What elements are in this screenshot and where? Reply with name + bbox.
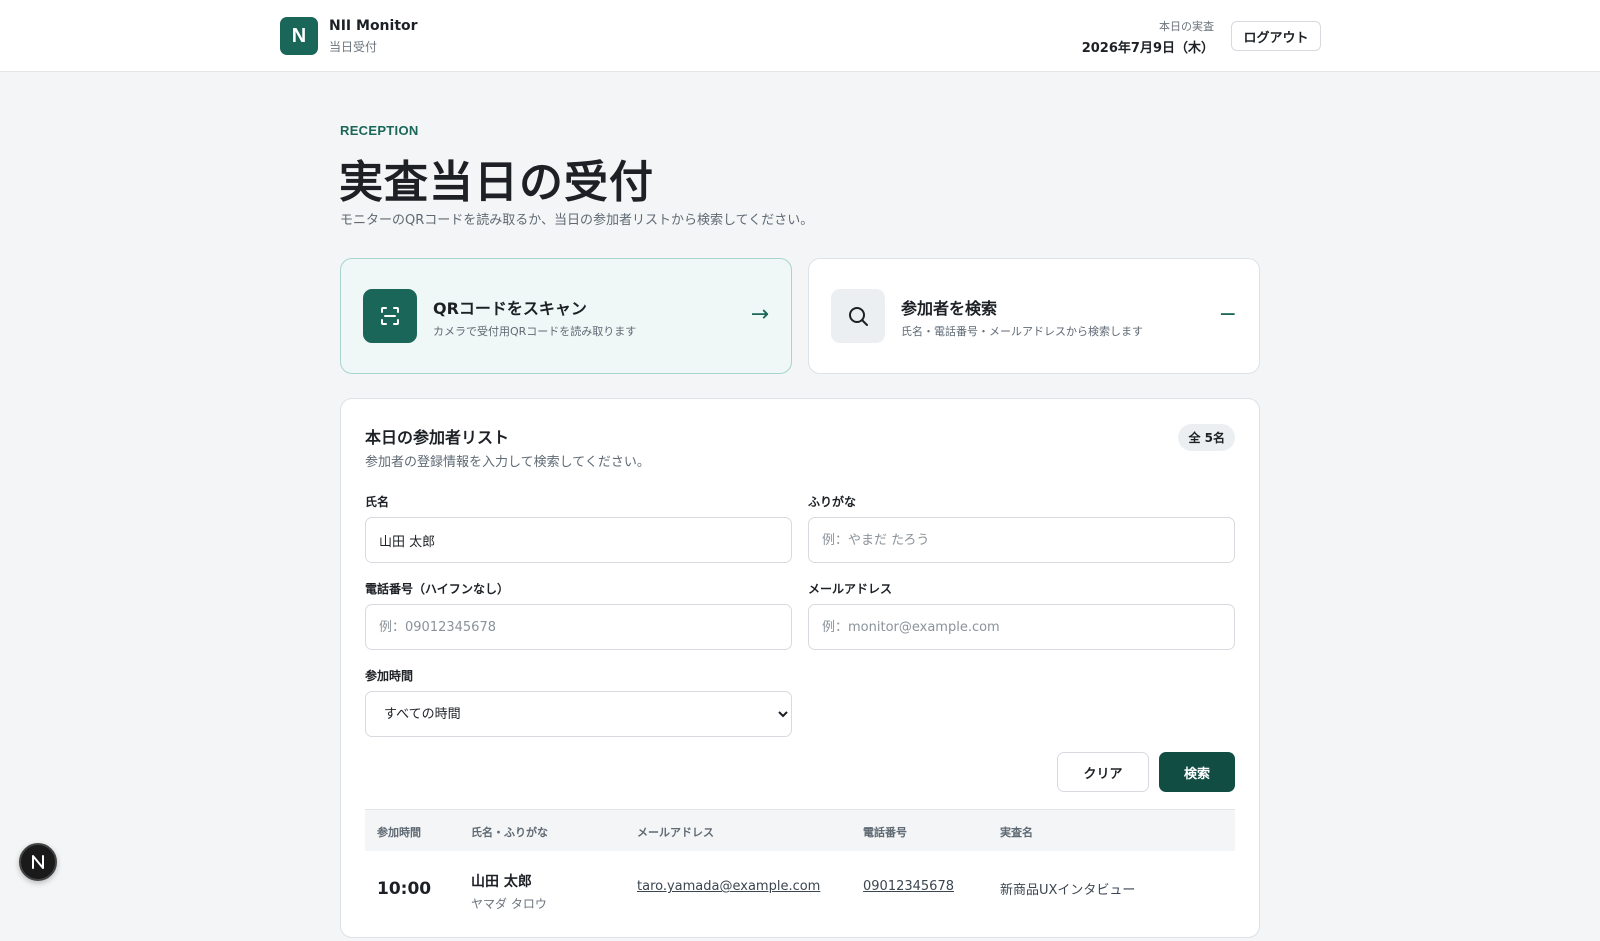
table-header: 参加時間 氏名・ふりがな メールアドレス 電話番号 実査名 (365, 809, 1235, 851)
phone-input[interactable] (365, 604, 792, 650)
email-input[interactable] (808, 604, 1235, 650)
clear-button[interactable]: クリア (1057, 752, 1149, 792)
time-select[interactable]: すべての時間 (365, 691, 792, 737)
qr-scan-subtitle: カメラで受付用QRコードを読み取ります (433, 325, 637, 338)
row-name: 山田 太郎 (471, 874, 532, 890)
email-label: メールアドレス (808, 582, 893, 596)
kana-input[interactable] (808, 517, 1235, 563)
panel-title: 本日の参加者リスト (365, 428, 510, 447)
participant-search-title: 参加者を検索 (901, 299, 998, 318)
column-header: 氏名・ふりがな (471, 826, 548, 839)
dev-tools-n-icon[interactable] (19, 843, 57, 881)
arrow-right-icon: → (750, 302, 769, 327)
name-input[interactable] (365, 517, 792, 563)
row-email-link[interactable]: taro.yamada@example.com (637, 879, 820, 894)
row-phone-link[interactable]: 09012345678 (863, 879, 954, 894)
participant-search-card[interactable]: 参加者を検索 氏名・電話番号・メールアドレスから検索します − (808, 258, 1260, 374)
column-header: 実査名 (1000, 826, 1033, 839)
top-header: N NII Monitor 当日受付 本日の実査 2026年7月9日（木） ログ… (0, 0, 1600, 72)
phone-label: 電話番号（ハイフンなし） (365, 582, 510, 596)
today-date: 2026年7月9日（木） (1081, 41, 1214, 56)
logout-button[interactable]: ログアウト (1231, 21, 1321, 51)
qr-scan-icon (363, 289, 417, 343)
row-time: 10:00 (377, 879, 432, 899)
panel-description: 参加者の登録情報を入力して検索してください。 (365, 455, 650, 470)
page-title: 実査当日の受付 (339, 157, 654, 208)
app-subtitle: 当日受付 (329, 40, 378, 54)
qr-scan-card[interactable]: QRコードをスキャン カメラで受付用QRコードを読み取ります → (340, 258, 792, 374)
participant-list-panel: 本日の参加者リスト 参加者の登録情報を入力して検索してください。 全 5名 氏名… (340, 398, 1260, 938)
column-header: 電話番号 (863, 826, 907, 839)
section-eyebrow: RECEPTION (340, 123, 419, 138)
participant-search-subtitle: 氏名・電話番号・メールアドレスから検索します (901, 325, 1143, 338)
row-study-name: 新商品UXインタビュー (1000, 883, 1136, 898)
row-kana: ヤマダ タロウ (471, 897, 547, 911)
column-header: 参加時間 (377, 826, 421, 839)
today-label: 本日の実査 (1159, 20, 1214, 33)
search-button[interactable]: 検索 (1159, 752, 1235, 792)
column-header: メールアドレス (637, 826, 714, 839)
time-label: 参加時間 (365, 669, 414, 683)
qr-scan-title: QRコードをスキャン (433, 299, 587, 318)
search-icon (831, 289, 885, 343)
app-logo: N (280, 17, 318, 55)
collapse-icon[interactable]: − (1219, 303, 1237, 327)
kana-label: ふりがな (808, 495, 857, 509)
name-label: 氏名 (365, 495, 390, 509)
table-row[interactable]: 10:00 山田 太郎 ヤマダ タロウ taro.yamada@example.… (365, 851, 1235, 941)
participant-count-badge: 全 5名 (1178, 424, 1235, 451)
app-name: NII Monitor (329, 18, 418, 34)
page-description: モニターのQRコードを読み取るか、当日の参加者リストから検索してください。 (340, 213, 814, 228)
